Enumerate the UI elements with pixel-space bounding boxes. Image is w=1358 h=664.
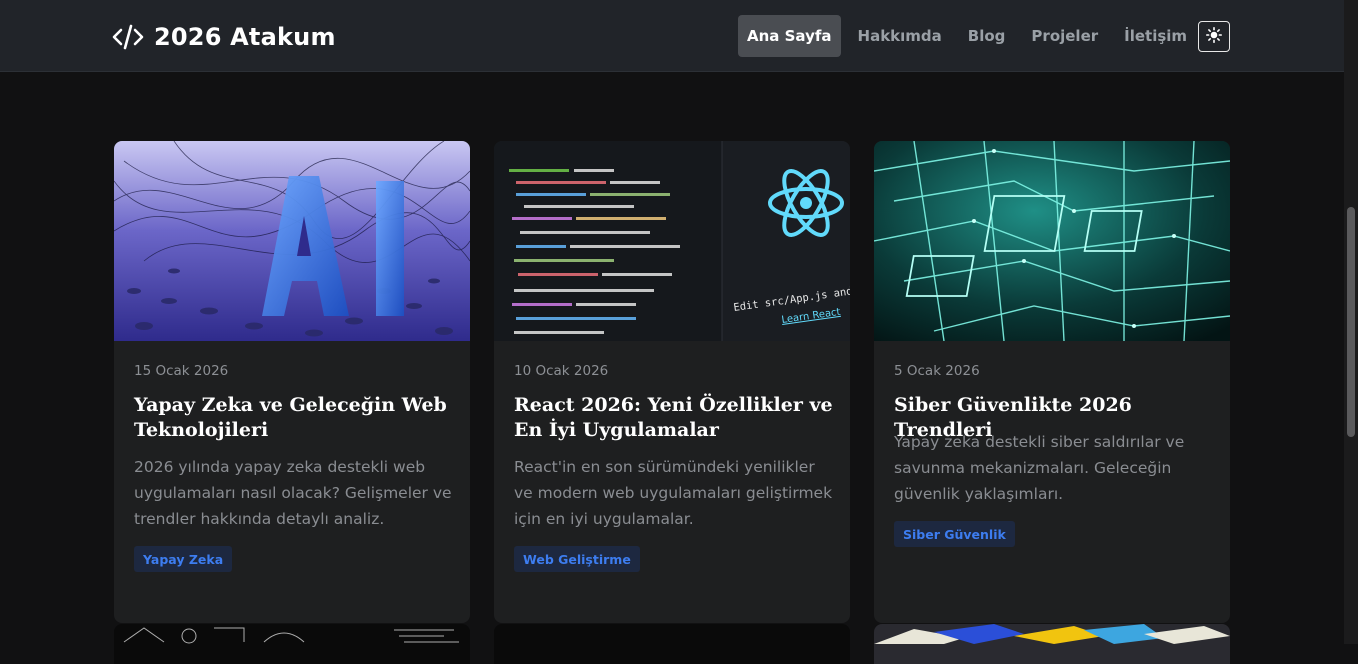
blog-card[interactable]: Edit src/App.js and save to reload. Lear… bbox=[494, 141, 850, 623]
blog-card[interactable]: 5 Ocak 2026 Siber Güvenlikte 2026 Trendl… bbox=[874, 141, 1230, 623]
post-tag[interactable]: Web Geliştirme bbox=[514, 546, 640, 572]
nav-blog[interactable]: Blog bbox=[959, 15, 1015, 57]
code-icon bbox=[112, 23, 144, 51]
post-date: 15 Ocak 2026 bbox=[134, 363, 229, 379]
scrollbar-thumb[interactable] bbox=[1347, 207, 1355, 437]
post-description: Yapay zeka destekli siber saldırılar ve … bbox=[894, 433, 1185, 503]
blog-card-partial[interactable] bbox=[114, 624, 470, 664]
theme-toggle-button[interactable] bbox=[1198, 21, 1230, 52]
blog-card-partial[interactable] bbox=[494, 624, 850, 664]
sun-icon bbox=[1206, 26, 1222, 47]
brand[interactable]: 2026 Atakum bbox=[112, 20, 336, 54]
card-image-circuit bbox=[874, 141, 1230, 341]
blog-card-partial[interactable] bbox=[874, 624, 1230, 664]
nav-contact[interactable]: İletişim bbox=[1115, 15, 1196, 57]
nav-home[interactable]: Ana Sayfa bbox=[738, 15, 841, 57]
post-tag[interactable]: Yapay Zeka bbox=[134, 546, 233, 572]
post-tag[interactable]: Siber Güvenlik bbox=[894, 521, 1015, 547]
post-date: 10 Ocak 2026 bbox=[514, 363, 609, 379]
card-image-react: Edit src/App.js and save to reload. Lear… bbox=[494, 141, 850, 341]
nav-about[interactable]: Hakkımda bbox=[849, 15, 951, 57]
post-date: 5 Ocak 2026 bbox=[894, 363, 980, 379]
post-title[interactable]: Yapay Zeka ve Geleceğin Web Teknolojiler… bbox=[134, 393, 454, 443]
brand-title: 2026 Atakum bbox=[154, 23, 336, 51]
nav-projects[interactable]: Projeler bbox=[1022, 15, 1107, 57]
post-description: React'in en son sürümündeki yenilikler v… bbox=[514, 458, 833, 528]
post-title[interactable]: React 2026: Yeni Özellikler ve En İyi Uy… bbox=[514, 393, 834, 443]
card-image-ai bbox=[114, 141, 470, 341]
post-description: 2026 yılında yapay zeka destekli web uyg… bbox=[134, 458, 452, 528]
main-nav: Ana Sayfa Hakkımda Blog Projeler İletişi… bbox=[738, 15, 1204, 57]
site-header: 2026 Atakum Ana Sayfa Hakkımda Blog Proj… bbox=[0, 0, 1344, 72]
blog-card[interactable]: 15 Ocak 2026 Yapay Zeka ve Geleceğin Web… bbox=[114, 141, 470, 623]
